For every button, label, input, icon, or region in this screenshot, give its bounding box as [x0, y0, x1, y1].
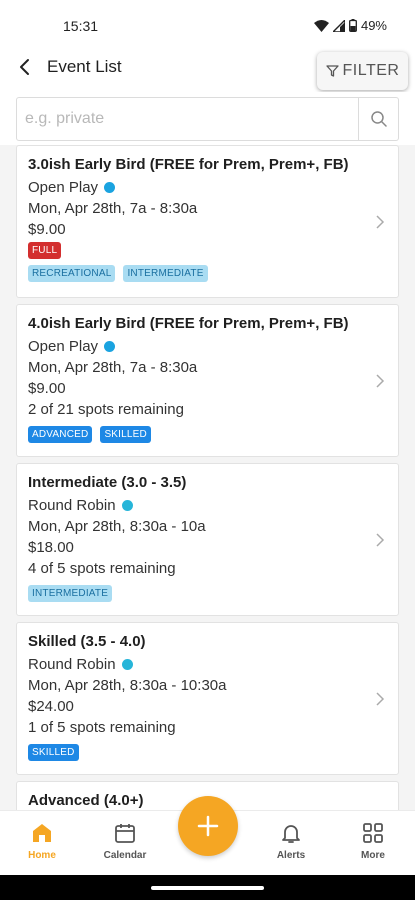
add-event-button[interactable] — [178, 796, 238, 856]
status-time: 15:31 — [63, 18, 99, 34]
nav-label: Alerts — [276, 850, 306, 861]
event-title: 3.0ish Early Bird (FREE for Prem, Prem+,… — [28, 156, 349, 173]
status-dot — [104, 341, 116, 352]
page-title: Event List — [47, 57, 122, 76]
event-tags: SKILLED — [28, 744, 387, 761]
search-bar — [0, 92, 415, 145]
event-datetime: Mon, Apr 28th, 7a - 8:30a — [28, 359, 198, 376]
event-datetime: Mon, Apr 28th, 8:30a - 10:30a — [28, 677, 227, 694]
nav-home[interactable]: Home — [12, 821, 72, 861]
nav-label: Calendar — [103, 850, 147, 861]
event-type: Open Play — [28, 177, 387, 198]
event-datetime: Mon, Apr 28th, 8:30a - 10a — [28, 518, 206, 535]
event-type: Round Robin — [28, 654, 387, 675]
event-card[interactable]: Intermediate (3.0 - 3.5) Round Robin Mon… — [16, 463, 399, 616]
event-tags: ADVANCED SKILLED — [28, 426, 387, 443]
search-button[interactable] — [358, 98, 398, 140]
event-tags: RECREATIONAL INTERMEDIATE — [28, 265, 387, 282]
event-type-label: Round Robin — [28, 497, 116, 514]
filter-icon — [325, 65, 339, 77]
chevron-right-icon — [376, 692, 385, 706]
event-type-label: Round Robin — [28, 656, 116, 673]
wifi-icon — [313, 19, 329, 32]
filter-label: FILTER — [342, 62, 400, 79]
status-bar: 15:31 49% — [0, 0, 415, 50]
search-icon — [370, 111, 387, 127]
status-dot — [121, 659, 133, 670]
nav-label: More — [361, 850, 385, 861]
tag-badge: RECREATIONAL — [28, 265, 116, 282]
plus-icon — [197, 815, 219, 837]
search-box — [16, 97, 399, 141]
event-title: Intermediate (3.0 - 3.5) — [28, 474, 187, 491]
tag-badge: ADVANCED — [28, 426, 93, 443]
nav-alerts[interactable]: Alerts — [261, 821, 321, 861]
event-price: $9.00 — [28, 380, 66, 397]
event-price: $18.00 — [28, 539, 74, 556]
event-price: $24.00 — [28, 698, 74, 715]
event-list: 3.0ish Early Bird (FREE for Prem, Prem+,… — [16, 145, 399, 810]
event-title: 4.0ish Early Bird (FREE for Prem, Prem+,… — [28, 315, 349, 332]
event-tags: INTERMEDIATE — [28, 585, 387, 602]
back-arrow-icon[interactable] — [14, 56, 36, 78]
spots-remaining: 4 of 5 spots remaining — [28, 560, 176, 577]
gesture-bar — [0, 875, 415, 900]
calendar-icon — [115, 824, 135, 843]
home-icon — [33, 824, 51, 842]
nav-more[interactable]: More — [343, 821, 403, 861]
chevron-right-icon — [376, 215, 385, 229]
battery-percent: 49% — [360, 18, 387, 33]
chevron-right-icon — [376, 374, 385, 388]
app-header: Event List FILTER — [0, 50, 415, 92]
bell-icon — [282, 825, 300, 843]
battery-icon — [349, 19, 357, 32]
grid-icon — [363, 823, 383, 843]
spots-remaining: 1 of 5 spots remaining — [28, 719, 176, 736]
event-card[interactable]: 4.0ish Early Bird (FREE for Prem, Prem+,… — [16, 304, 399, 457]
chevron-right-icon — [376, 533, 385, 547]
nav-calendar[interactable]: Calendar — [95, 821, 155, 861]
status-dot — [104, 182, 116, 193]
search-input[interactable] — [17, 98, 358, 140]
event-card[interactable]: 3.0ish Early Bird (FREE for Prem, Prem+,… — [16, 145, 399, 298]
tag-badge: INTERMEDIATE — [123, 265, 208, 282]
tag-badge: SKILLED — [100, 426, 151, 443]
nav-label: Home — [28, 850, 56, 861]
event-type: Open Play — [28, 336, 387, 357]
event-card[interactable]: Skilled (3.5 - 4.0) Round Robin Mon, Apr… — [16, 622, 399, 775]
gesture-handle[interactable] — [151, 886, 264, 890]
event-type-label: Open Play — [28, 338, 99, 355]
event-type-label: Open Play — [28, 179, 99, 196]
tag-badge: INTERMEDIATE — [28, 585, 113, 602]
status-dot — [121, 500, 133, 511]
event-price: $9.00 — [28, 221, 66, 238]
spots-remaining: 2 of 21 spots remaining — [28, 401, 184, 418]
full-badge: FULL — [28, 242, 62, 259]
event-datetime: Mon, Apr 28th, 7a - 8:30a — [28, 200, 198, 217]
event-type: Round Robin — [28, 495, 387, 516]
tag-badge: SKILLED — [28, 744, 79, 761]
event-title: Skilled (3.5 - 4.0) — [28, 633, 146, 650]
status-icons: 49% — [313, 18, 387, 33]
filter-button[interactable]: FILTER — [317, 52, 408, 90]
signal-icon — [332, 19, 345, 32]
